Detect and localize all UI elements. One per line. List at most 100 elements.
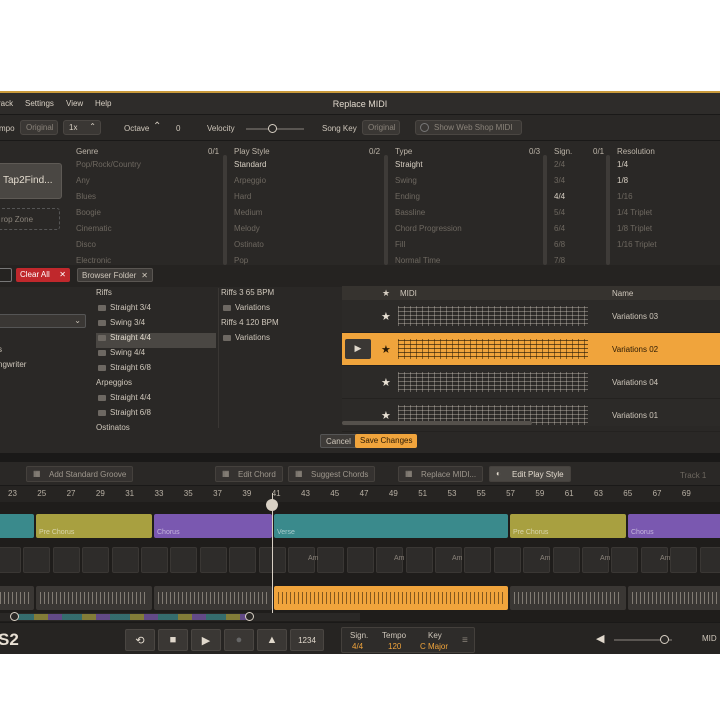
chord-cell[interactable] — [552, 547, 580, 573]
filter-option[interactable]: 1/8 — [617, 176, 657, 192]
folder-tree[interactable]: Riffs Straight 3/4 Swing 3/4 Straight 4/4 Sw… — [96, 288, 216, 438]
drop-zone[interactable]: rop Zone — [0, 208, 60, 230]
chord-cell[interactable] — [405, 547, 433, 573]
tree-item[interactable]: s — [0, 345, 26, 360]
tree-item[interactable]: Variations — [221, 303, 339, 318]
filter-option[interactable]: Medium — [234, 208, 266, 224]
tree-item[interactable]: Arpeggios — [96, 378, 216, 393]
tree-item[interactable]: Swing 3/4 — [96, 318, 216, 333]
tree-item[interactable]: Variations — [221, 333, 339, 348]
play-button[interactable]: ▶ — [191, 629, 221, 651]
tempo-multiplier-stepper[interactable]: 1x ⌃ — [63, 120, 101, 135]
play-style-scrollbar[interactable] — [384, 155, 388, 265]
count-in-button[interactable]: 1234 — [290, 629, 324, 651]
filter-option[interactable]: Pop/Rock/Country — [76, 160, 141, 176]
filter-option[interactable]: Blues — [76, 192, 141, 208]
filter-option[interactable]: Boogie — [76, 208, 141, 224]
midi-clip[interactable] — [0, 586, 34, 610]
menu-view[interactable]: View — [66, 99, 83, 108]
filter-option[interactable]: 4/4 — [554, 192, 565, 208]
favorite-star-icon[interactable]: ★ — [381, 376, 391, 389]
song-overview[interactable] — [0, 612, 360, 621]
section-block[interactable]: Pre Chorus — [510, 514, 626, 538]
midi-row[interactable]: ★ Variations 04 — [342, 366, 720, 399]
tree-item[interactable]: Straight 6/8 — [96, 408, 216, 423]
section-block[interactable]: Chorus — [154, 514, 272, 538]
filter-option[interactable]: 5/4 — [554, 208, 565, 224]
add-standard-groove-button[interactable]: ▦ Add Standard Groove — [26, 466, 134, 482]
splitter[interactable] — [0, 453, 720, 462]
section-block[interactable]: Chorus — [628, 514, 720, 538]
chord-cell[interactable] — [199, 547, 227, 573]
close-icon[interactable]: ✕ — [141, 271, 148, 280]
web-shop-toggle[interactable]: Show Web Shop MIDI — [415, 120, 522, 135]
filter-option[interactable]: 6/4 — [554, 224, 565, 240]
filter-option[interactable]: 1/4 Triplet — [617, 208, 657, 224]
type-scrollbar[interactable] — [543, 155, 547, 265]
sign-scrollbar[interactable] — [606, 155, 610, 265]
replace-midi-button[interactable]: ▦ Replace MIDI... — [398, 466, 484, 482]
favorite-star-icon[interactable]: ★ — [381, 310, 391, 323]
overview-range[interactable] — [14, 614, 250, 620]
filter-option[interactable]: Disco — [76, 240, 141, 256]
save-changes-button[interactable]: Save Changes — [355, 434, 418, 448]
tree-item[interactable]: Straight 4/4 — [96, 393, 216, 408]
tree-item[interactable]: Swing 4/4 — [96, 348, 216, 363]
timeline-ruler[interactable]: 23 25 27 29 31 33 35 37 39 41 43 45 47 49 51 53 55 57 59 61… — [0, 486, 720, 502]
loop-button[interactable]: ⟲ — [125, 629, 155, 651]
tempo-value[interactable]: 120 — [388, 642, 401, 651]
filter-option[interactable]: Fill — [395, 240, 462, 256]
filter-option[interactable]: Standard — [234, 160, 266, 176]
tree-item[interactable]: ngwriter — [0, 360, 26, 375]
chord-cell[interactable] — [23, 547, 51, 573]
close-icon[interactable]: ✕ — [59, 270, 66, 279]
chord-cell[interactable] — [170, 547, 198, 573]
filter-option[interactable]: Any — [76, 176, 141, 192]
resolution-list[interactable]: 1/4 1/8 1/16 1/4 Triplet 1/8 Triplet 1/16 Tri… — [617, 160, 657, 256]
filter-option[interactable]: Melody — [234, 224, 266, 240]
filter-option[interactable]: Hard — [234, 192, 266, 208]
suggest-chords-button[interactable]: ▦ Suggest Chords — [288, 466, 376, 482]
filter-option[interactable]: Chord Progression — [395, 224, 462, 240]
playhead-handle[interactable] — [266, 499, 278, 511]
edit-chord-button[interactable]: ▦ Edit Chord — [215, 466, 283, 482]
midi-row[interactable]: ▶ ★ Variations 02 — [342, 333, 720, 366]
sign-value[interactable]: 4/4 — [352, 642, 363, 651]
section-block[interactable]: Pre Chorus — [36, 514, 152, 538]
song-key-field[interactable]: Original — [362, 120, 400, 135]
filter-option[interactable]: 1/4 — [617, 160, 657, 176]
chord-cell[interactable] — [52, 547, 80, 573]
volume-slider-knob[interactable] — [660, 635, 669, 644]
clear-all-chip[interactable]: Clear All ✕ — [16, 268, 70, 282]
type-list[interactable]: Straight Swing Ending Bassline Chord Progres… — [395, 160, 462, 272]
tree-item[interactable]: Straight 3/4 — [96, 303, 216, 318]
tree-item[interactable]: Straight 6/8 — [96, 363, 216, 378]
chord-cell[interactable] — [229, 547, 257, 573]
chord-cell[interactable] — [82, 547, 110, 573]
key-value[interactable]: C Major — [420, 642, 448, 651]
volume-slider[interactable] — [614, 635, 672, 644]
midi-clip[interactable] — [154, 586, 272, 610]
genre-list[interactable]: Pop/Rock/Country Any Blues Boogie Cinematic D… — [76, 160, 141, 272]
filter-option[interactable]: 3/4 — [554, 176, 565, 192]
tree-item[interactable]: Ostinatos — [96, 423, 216, 438]
midi-row[interactable]: ★ Variations 01 — [342, 399, 720, 432]
chord-cell[interactable] — [670, 547, 698, 573]
velocity-slider[interactable] — [246, 124, 304, 133]
play-style-list[interactable]: Standard Arpeggio Hard Medium Melody Ostinato… — [234, 160, 266, 272]
filter-option[interactable]: 2/4 — [554, 160, 565, 176]
filter-option[interactable]: 1/8 Triplet — [617, 224, 657, 240]
edit-play-style-button[interactable]: ◐ Edit Play Style — [489, 466, 571, 482]
menu-icon[interactable]: ≡ — [462, 635, 468, 646]
filter-option[interactable]: Bassline — [395, 208, 462, 224]
genre-scrollbar[interactable] — [223, 155, 227, 265]
midi-clip[interactable] — [510, 586, 626, 610]
midi-row[interactable]: ★ Variations 03 — [342, 300, 720, 333]
filter-option[interactable]: Cinematic — [76, 224, 141, 240]
midi-clip[interactable] — [36, 586, 152, 610]
midi-clip[interactable] — [274, 586, 508, 610]
chord-cell[interactable] — [141, 547, 168, 573]
cancel-button[interactable]: Cancel — [320, 434, 357, 448]
favorite-star-icon[interactable]: ★ — [381, 343, 391, 356]
velocity-slider-knob[interactable] — [268, 124, 278, 133]
